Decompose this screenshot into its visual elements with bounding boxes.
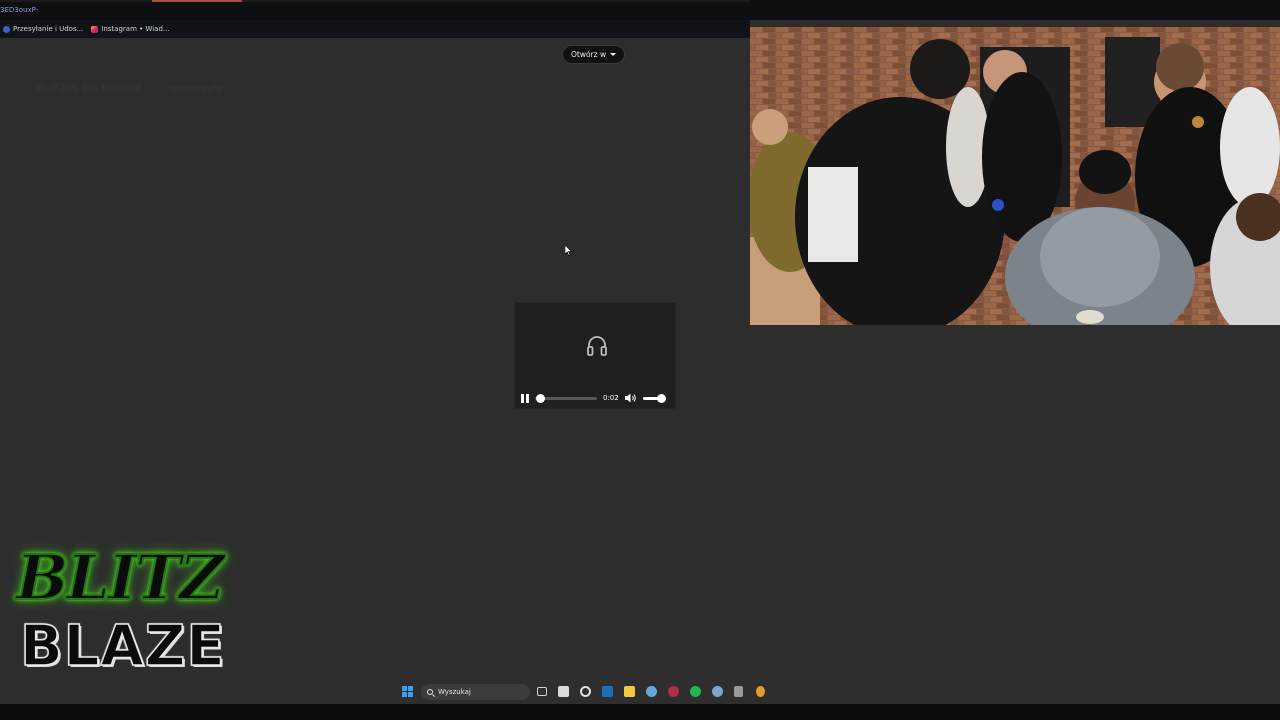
url-fragment[interactable]: 3ED3ouxP- [0, 6, 38, 14]
app-icon[interactable] [646, 686, 657, 697]
bookmarks-bar: Przesyłanie i Udos... Instagram • Wiad..… [0, 20, 750, 38]
bookmark-label: Instagram • Wiad... [101, 25, 170, 33]
open-in-button[interactable]: Otwórz w [562, 45, 626, 64]
webcam-overlay [750, 27, 1280, 325]
vscode-icon[interactable] [602, 686, 613, 697]
pause-button[interactable] [521, 393, 529, 403]
seek-bar[interactable] [535, 393, 597, 403]
seek-handle[interactable] [536, 393, 546, 403]
app-icon-3[interactable] [734, 686, 743, 697]
spotify-icon[interactable] [690, 686, 701, 697]
chevron-down-icon [610, 53, 617, 56]
instagram-icon [91, 25, 99, 33]
file-explorer-icon[interactable] [624, 686, 635, 697]
windows-taskbar: Wyszukaj [0, 680, 1280, 704]
volume-slider[interactable] [642, 393, 666, 403]
volume-icon[interactable] [624, 393, 637, 403]
screen: 3ED3ouxP- Przesyłanie i Udos... Instagra… [0, 0, 1280, 720]
active-tab-indicator[interactable] [152, 0, 242, 2]
open-in-label: Otwórz w [571, 50, 607, 59]
search-placeholder: Wyszukaj [438, 688, 471, 696]
playback-time: 0:02 [603, 394, 619, 402]
logo-line-blitz: BLITZ [15, 540, 225, 615]
volume-handle[interactable] [656, 393, 666, 403]
search-icon [427, 689, 433, 695]
tab-strip [0, 0, 750, 2]
background-page-subtext: otworzyły [170, 82, 224, 95]
bottom-strip [0, 704, 1280, 720]
taskbar-search[interactable]: Wyszukaj [421, 684, 530, 700]
headphones-icon [587, 336, 607, 356]
background-page-heading: BLITZIN DA BOOTH [36, 82, 142, 95]
app-icon-2[interactable] [712, 686, 723, 697]
facebook-icon [3, 25, 10, 33]
obs-icon[interactable] [668, 686, 679, 697]
bookmark-instagram[interactable]: Instagram • Wiad... [91, 25, 170, 33]
chrome-icon[interactable] [580, 686, 591, 697]
webcam-photo [750, 27, 1280, 325]
task-view-icon[interactable] [537, 687, 547, 696]
audio-player: 0:02 [514, 302, 676, 409]
channel-logo: BLITZ BLAZE [12, 538, 244, 683]
windows-start-icon[interactable] [402, 686, 413, 697]
logo-line-blaze: BLAZE [19, 613, 226, 680]
browser-top-strip: 3ED3ouxP- [0, 0, 1280, 20]
widgets-icon[interactable] [558, 686, 569, 697]
bookmark-facebook[interactable]: Przesyłanie i Udos... [3, 25, 83, 33]
player-controls: 0:02 [515, 388, 675, 408]
app-icon-4[interactable] [756, 686, 765, 697]
bookmark-label: Przesyłanie i Udos... [13, 25, 84, 33]
